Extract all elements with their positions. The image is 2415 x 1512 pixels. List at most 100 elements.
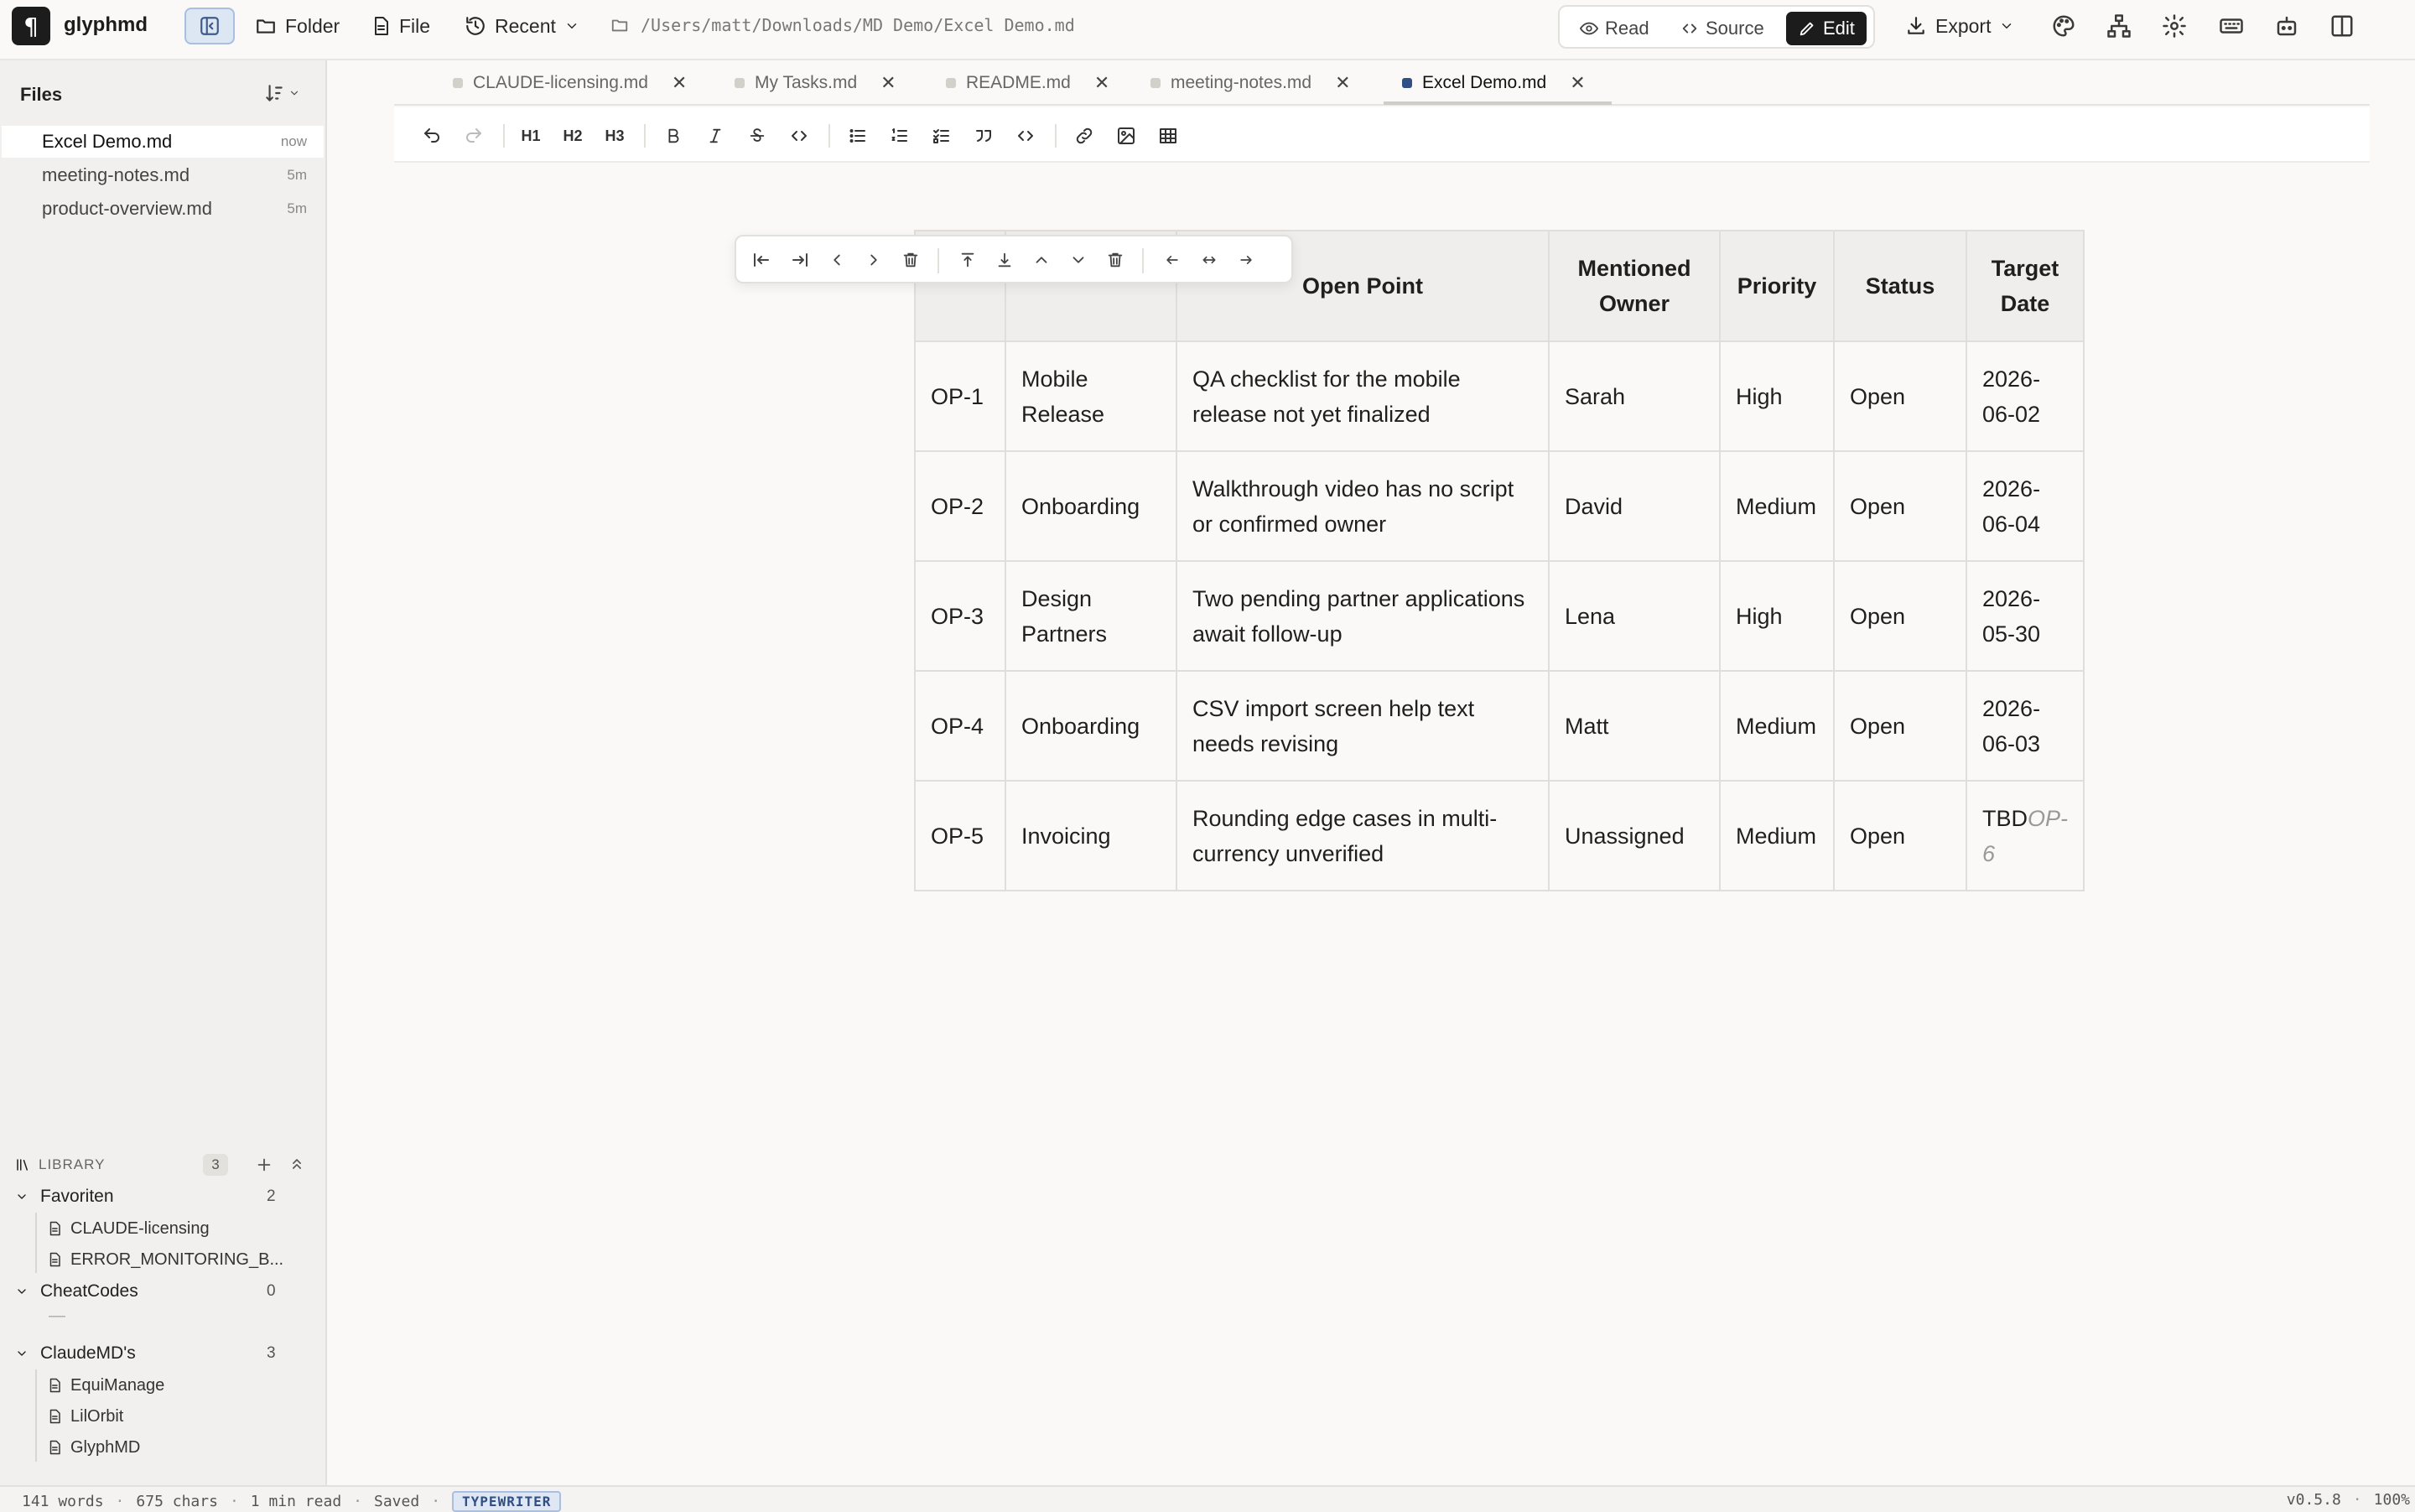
move-column-right-button[interactable] — [862, 248, 886, 272]
strikethrough-button[interactable] — [745, 123, 770, 148]
heading-2-button[interactable]: H2 — [560, 123, 585, 148]
sort-button[interactable] — [263, 82, 300, 104]
source-mode-button[interactable]: Source — [1669, 12, 1776, 45]
move-row-bottom-button[interactable] — [993, 248, 1016, 272]
table-cell[interactable]: Medium — [1719, 780, 1835, 891]
close-icon[interactable]: ✕ — [1094, 72, 1109, 94]
align-center-button[interactable] — [1197, 248, 1221, 272]
recent-button[interactable]: Recent — [458, 10, 586, 42]
gear-icon[interactable] — [2162, 13, 2187, 39]
move-row-down-button[interactable] — [1067, 248, 1090, 272]
table-header-cell[interactable]: Priority — [1719, 230, 1835, 342]
italic-button[interactable] — [703, 123, 728, 148]
table-cell[interactable]: 2026-05-30 — [1965, 560, 2085, 672]
table-cell[interactable]: Two pending partner applications await f… — [1176, 560, 1550, 672]
undo-button[interactable] — [419, 123, 444, 148]
table-cell[interactable]: David — [1548, 450, 1721, 562]
tab-meeting-notes[interactable]: meeting-notes.md ✕ — [1150, 60, 1351, 106]
library-item[interactable]: EquiManage — [47, 1371, 164, 1400]
table-cell[interactable]: Open — [1833, 780, 1967, 891]
tab-claude-licensing[interactable]: CLAUDE-licensing.md ✕ — [453, 60, 687, 106]
close-icon[interactable]: ✕ — [880, 72, 896, 94]
table-button[interactable] — [1156, 123, 1181, 148]
bold-button[interactable] — [661, 123, 686, 148]
tab-excel-demo[interactable]: Excel Demo.md ✕ — [1402, 60, 1586, 106]
image-button[interactable] — [1114, 123, 1139, 148]
table-cell[interactable]: CSV import screen help text needs revisi… — [1176, 670, 1550, 782]
move-row-top-button[interactable] — [956, 248, 979, 272]
close-icon[interactable]: ✕ — [672, 72, 687, 94]
tab-my-tasks[interactable]: My Tasks.md ✕ — [735, 60, 896, 106]
table-cell[interactable]: Unassigned — [1548, 780, 1721, 891]
table-cell[interactable]: Rounding edge cases in multi-currency un… — [1176, 780, 1550, 891]
table-cell[interactable]: High — [1719, 340, 1835, 452]
move-column-first-button[interactable] — [750, 248, 773, 272]
table-cell[interactable]: Open — [1833, 450, 1967, 562]
folder-button[interactable]: Folder — [248, 10, 346, 42]
table-cell[interactable]: OP-4 — [914, 670, 1006, 782]
palette-icon[interactable] — [2051, 13, 2076, 39]
table-cell-active[interactable]: TBDOP-6 — [1965, 780, 2085, 891]
code-block-button[interactable] — [1013, 123, 1038, 148]
table-cell[interactable]: Matt — [1548, 670, 1721, 782]
table-header-cell[interactable]: Target Date — [1965, 230, 2085, 342]
library-item[interactable]: CLAUDE-licensing — [47, 1214, 210, 1243]
library-group-claudemds[interactable]: ClaudeMD's 3 — [15, 1339, 283, 1368]
table-cell[interactable]: Onboarding — [1005, 670, 1177, 782]
table-cell[interactable]: Open — [1833, 670, 1967, 782]
table-cell[interactable]: Mobile Release — [1005, 340, 1177, 452]
typewriter-mode-badge[interactable]: TYPEWRITER — [452, 1491, 562, 1512]
table-cell[interactable]: OP-5 — [914, 780, 1006, 891]
sidebar-toggle-button[interactable] — [184, 8, 235, 44]
table-cell[interactable]: High — [1719, 560, 1835, 672]
move-row-up-button[interactable] — [1030, 248, 1053, 272]
table-cell[interactable]: 2026-06-03 — [1965, 670, 2085, 782]
table-cell[interactable]: OP-3 — [914, 560, 1006, 672]
export-button[interactable]: Export — [1905, 10, 2014, 42]
library-item[interactable]: GlyphMD — [47, 1433, 140, 1462]
library-item[interactable]: LilOrbit — [47, 1402, 123, 1431]
align-right-button[interactable] — [1234, 248, 1258, 272]
table-cell[interactable]: Open — [1833, 560, 1967, 672]
file-item-product-overview[interactable]: product-overview.md 5m — [2, 193, 324, 225]
table-cell[interactable]: Walkthrough video has no script or confi… — [1176, 450, 1550, 562]
delete-column-button[interactable] — [899, 248, 922, 272]
link-button[interactable] — [1072, 123, 1097, 148]
table-cell[interactable]: Invoicing — [1005, 780, 1177, 891]
task-list-button[interactable] — [929, 123, 954, 148]
table-cell[interactable]: 2026-06-02 — [1965, 340, 2085, 452]
move-column-last-button[interactable] — [788, 248, 812, 272]
table-cell[interactable]: Medium — [1719, 450, 1835, 562]
table-cell[interactable]: Medium — [1719, 670, 1835, 782]
robot-icon[interactable] — [2274, 13, 2299, 39]
table-cell[interactable]: Lena — [1548, 560, 1721, 672]
add-library-button[interactable] — [255, 1156, 273, 1174]
inline-code-button[interactable] — [787, 123, 812, 148]
read-mode-button[interactable]: Read — [1568, 12, 1661, 45]
close-icon[interactable]: ✕ — [1570, 72, 1585, 94]
heading-3-button[interactable]: H3 — [602, 123, 627, 148]
numbered-list-button[interactable] — [887, 123, 912, 148]
heading-1-button[interactable]: H1 — [518, 123, 543, 148]
file-button[interactable]: File — [364, 10, 437, 42]
table-header-cell[interactable]: Mentioned Owner — [1548, 230, 1721, 342]
zoom-level[interactable]: 100% — [2374, 1491, 2410, 1509]
collapse-all-button[interactable] — [288, 1156, 305, 1172]
keyboard-icon[interactable] — [2219, 13, 2244, 39]
sitemap-icon[interactable] — [2106, 13, 2132, 39]
table-cell[interactable]: OP-1 — [914, 340, 1006, 452]
edit-mode-button[interactable]: Edit — [1786, 12, 1867, 45]
tab-readme[interactable]: README.md ✕ — [946, 60, 1109, 106]
blockquote-button[interactable] — [971, 123, 996, 148]
table-cell[interactable]: Onboarding — [1005, 450, 1177, 562]
table-cell[interactable]: Sarah — [1548, 340, 1721, 452]
file-item-excel-demo[interactable]: Excel Demo.md now — [2, 126, 324, 158]
move-column-left-button[interactable] — [825, 248, 849, 272]
bullet-list-button[interactable] — [845, 123, 870, 148]
delete-row-button[interactable] — [1104, 248, 1127, 272]
library-group-favoriten[interactable]: Favoriten 2 — [15, 1182, 283, 1211]
file-item-meeting-notes[interactable]: meeting-notes.md 5m — [2, 159, 324, 191]
library-item[interactable]: ERROR_MONITORING_B... — [47, 1245, 283, 1274]
align-left-button[interactable] — [1161, 248, 1184, 272]
table-cell[interactable]: Design Partners — [1005, 560, 1177, 672]
